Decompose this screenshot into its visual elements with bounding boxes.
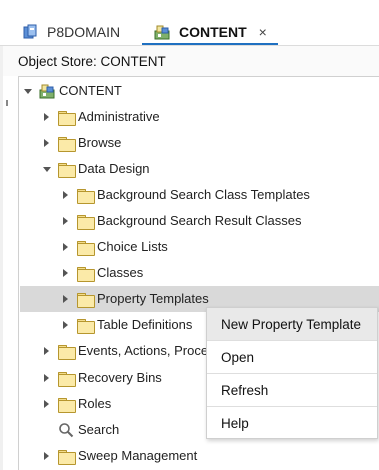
tree-label: Choice Lists [97, 239, 168, 254]
tree-item-administrative[interactable]: Administrative [20, 104, 360, 130]
expand-right-icon[interactable] [44, 347, 49, 355]
tree-label: Background Search Result Classes [97, 213, 302, 228]
expand-down-icon[interactable] [24, 89, 32, 94]
context-menu: New Property Template Open Refresh Help [206, 307, 378, 439]
tree-label: Administrative [78, 109, 160, 124]
folder-icon [77, 319, 95, 334]
folder-icon [58, 450, 76, 465]
domain-icon [22, 24, 38, 40]
tree-label: Table Definitions [97, 317, 193, 332]
folder-icon [58, 111, 76, 126]
tree-label: Roles [78, 396, 112, 411]
tree-item-roles[interactable]: Roles [20, 391, 206, 417]
tree-item-background-search-result-classes[interactable]: Background Search Result Classes [20, 208, 360, 234]
tab-p8domain[interactable]: P8DOMAIN [22, 18, 120, 45]
tree-item-browse[interactable]: Browse [20, 130, 360, 156]
tree-item-search[interactable]: Search [20, 417, 206, 443]
tree-label: Browse [78, 135, 122, 150]
tree-label: CONTENT [59, 83, 122, 98]
close-icon[interactable]: × [259, 24, 267, 40]
tree-root[interactable]: CONTENT [20, 78, 360, 104]
tree-item-events-actions-processes[interactable]: Events, Actions, Proces [20, 338, 206, 364]
folder-icon [58, 398, 76, 413]
tree-item-recovery-bins[interactable]: Recovery Bins [20, 365, 206, 391]
search-icon [58, 422, 74, 441]
left-gutter [0, 46, 3, 470]
expand-right-icon[interactable] [44, 374, 49, 382]
menu-item-refresh[interactable]: Refresh [207, 374, 377, 406]
expand-right-icon[interactable] [44, 139, 49, 147]
tree-label: Classes [97, 265, 144, 280]
tree-item-choice-lists[interactable]: Choice Lists [20, 234, 360, 260]
panel-divider [18, 76, 379, 77]
menu-item-help[interactable]: Help [207, 407, 377, 439]
tree-label: Recovery Bins [78, 370, 162, 385]
expand-right-icon[interactable] [63, 269, 68, 277]
tab-label: P8DOMAIN [47, 23, 121, 40]
expand-down-icon[interactable] [43, 167, 51, 172]
tree-label: Events, Actions, Proces [78, 343, 206, 358]
tree-label: Search [78, 422, 120, 437]
expand-right-icon[interactable] [44, 400, 49, 408]
folder-icon [58, 372, 76, 387]
folder-icon [77, 189, 95, 204]
folder-open-icon [58, 163, 76, 178]
object-store-label: Object Store: CONTENT [18, 54, 166, 69]
tab-bar: P8DOMAIN CONTENT × [0, 0, 379, 46]
folder-icon [77, 293, 95, 308]
tree-label: Property Templates [97, 291, 209, 306]
tree-item-background-search-class-templates[interactable]: Background Search Class Templates [20, 182, 360, 208]
expand-right-icon[interactable] [63, 217, 68, 225]
tree-label: Sweep Management [78, 448, 198, 463]
tree-item-classes[interactable]: Classes [20, 260, 360, 286]
expand-right-icon[interactable] [44, 113, 49, 121]
tab-content[interactable]: CONTENT × [142, 18, 278, 46]
expand-right-icon[interactable] [63, 243, 68, 251]
tree-label: Data Design [78, 161, 150, 176]
expand-right-icon[interactable] [63, 295, 68, 303]
panel-border [18, 76, 19, 470]
tab-label: CONTENT [179, 23, 247, 40]
folder-icon [58, 137, 76, 152]
tree-item-sweep-management[interactable]: Sweep Management [20, 443, 360, 469]
expand-right-icon[interactable] [63, 191, 68, 199]
expand-right-icon[interactable] [44, 452, 49, 460]
menu-item-open[interactable]: Open [207, 341, 377, 373]
expand-right-icon[interactable] [63, 321, 68, 329]
menu-item-new-property-template[interactable]: New Property Template [207, 308, 377, 340]
tree-label: Background Search Class Templates [97, 187, 310, 202]
tree-item-data-design[interactable]: Data Design [20, 156, 360, 182]
folder-icon [77, 267, 95, 282]
folder-icon [77, 215, 95, 230]
folder-icon [77, 241, 95, 256]
object-store-icon [154, 24, 170, 40]
object-store-icon [39, 83, 55, 102]
splitter-handle[interactable] [6, 100, 8, 106]
folder-icon [58, 345, 76, 360]
